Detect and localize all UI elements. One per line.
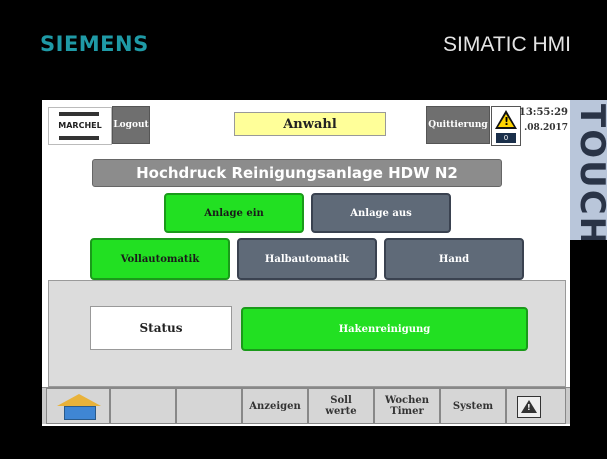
plant-off-button[interactable]: Anlage aus (311, 193, 451, 233)
acknowledge-button[interactable]: Quittierung (426, 106, 490, 144)
selection-field[interactable]: Anwahl (234, 112, 386, 136)
hmi-screen: MARCHEL Logout Anwahl Quittierung ! 0 13… (42, 100, 570, 426)
header-bar: MARCHEL Logout Anwahl Quittierung ! 0 13… (42, 100, 570, 150)
simatic-hmi-label: SIMATIC HMI (443, 33, 571, 56)
bottom-navbar: Anzeigen Soll werte Wochen Timer System … (42, 387, 570, 424)
alarm-icon-exclamation: ! (527, 403, 531, 412)
touch-label: TOUCH (572, 104, 607, 240)
mode-semi-auto-button[interactable]: Halbautomatik (237, 238, 377, 280)
home-icon-body (64, 406, 96, 420)
logo-bar-top (59, 112, 99, 116)
company-logo: MARCHEL (48, 107, 112, 145)
home-icon (57, 394, 101, 406)
status-value: Hakenreinigung (241, 307, 528, 351)
nav-setpoints-line1: Soll (330, 395, 352, 406)
time-display: 13:55:29 (518, 107, 568, 118)
nav-timer-line1: Wochen (384, 395, 430, 406)
page-title: Hochdruck Reinigungsanlage HDW N2 (92, 159, 502, 187)
nav-empty-1[interactable] (110, 388, 176, 424)
nav-setpoints-line2: werte (325, 406, 357, 417)
nav-home-button[interactable] (46, 388, 110, 424)
nav-setpoints-button[interactable]: Soll werte (308, 388, 374, 424)
alarm-icon: ! (517, 396, 541, 418)
alarm-indicator[interactable]: ! 0 (491, 106, 521, 146)
status-label: Status (90, 306, 232, 350)
touch-logo: TOUCH (568, 100, 607, 240)
mode-full-auto-button[interactable]: Vollautomatik (90, 238, 230, 280)
nav-timer-line2: Timer (390, 406, 424, 417)
datetime-display: 13:55:29 .08.2017 (518, 105, 570, 145)
logo-text: MARCHEL (58, 121, 102, 130)
date-display: .08.2017 (524, 123, 568, 133)
nav-system-button[interactable]: System (440, 388, 506, 424)
siemens-logo: SIEMENS (40, 32, 149, 56)
mode-manual-button[interactable]: Hand (384, 238, 524, 280)
nav-display-button[interactable]: Anzeigen (242, 388, 308, 424)
logo-bar-bottom (59, 136, 99, 140)
warning-exclamation: ! (504, 115, 510, 128)
nav-alarm-button[interactable]: ! (506, 388, 566, 424)
nav-week-timer-button[interactable]: Wochen Timer (374, 388, 440, 424)
plant-on-button[interactable]: Anlage ein (164, 193, 304, 233)
logout-button[interactable]: Logout (112, 106, 150, 144)
nav-empty-2[interactable] (176, 388, 242, 424)
alarm-count: 0 (496, 133, 516, 143)
